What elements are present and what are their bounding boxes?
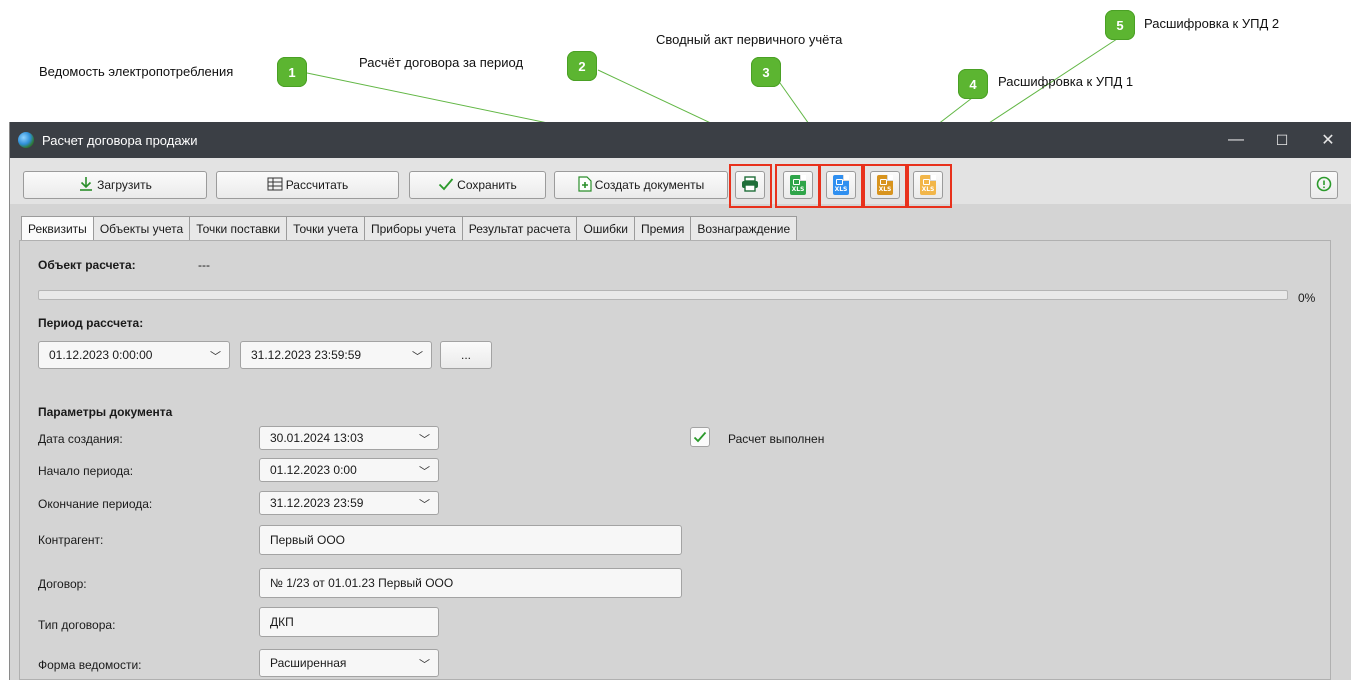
app-window: Расчет договора продажи — ☐ ✕ Загрузить … — [9, 122, 1351, 680]
chevron-down-icon: ﹀ — [419, 499, 430, 511]
save-button[interactable]: Сохранить — [409, 171, 546, 199]
callout-badge-5: 5 — [1105, 10, 1135, 40]
period-more-button[interactable]: ... — [440, 341, 492, 369]
created-label: Дата создания: — [38, 432, 123, 446]
callout-badge-4: 4 — [958, 69, 988, 99]
period-label: Период рассчета: — [38, 316, 144, 330]
details-panel: Объект расчета: --- 0% Период рассчета: … — [19, 240, 1331, 680]
highlight-xls-1 — [775, 164, 820, 208]
callout-label-1: Ведомость электропотребления — [39, 64, 234, 79]
period-from-value: 01.12.2023 0:00:00 — [49, 348, 153, 362]
info-button[interactable] — [1310, 171, 1338, 199]
callout-label-3: Сводный акт первичного учёта — [656, 32, 843, 47]
chevron-down-icon: ﹀ — [210, 351, 221, 363]
callout-badge-1: 1 — [277, 57, 307, 87]
create-documents-button[interactable]: Создать документы — [554, 171, 728, 199]
tab-errors[interactable]: Ошибки — [576, 216, 635, 240]
highlight-xls-4 — [907, 164, 952, 208]
highlight-print — [729, 164, 772, 208]
period-to-picker[interactable]: 31.12.2023 23:59:59 ﹀ — [240, 341, 432, 369]
checkmark-icon — [438, 177, 454, 194]
start-date-picker[interactable]: 01.12.2023 0:00 ﹀ — [259, 458, 439, 482]
download-icon — [78, 176, 94, 195]
create-documents-label: Создать документы — [594, 178, 705, 192]
highlight-xls-2 — [819, 164, 863, 208]
minimize-button[interactable]: — — [1213, 122, 1259, 158]
table-icon — [267, 177, 283, 194]
contract-type-value: ДКП — [270, 615, 294, 629]
contract-type-field[interactable]: ДКП — [259, 607, 439, 637]
calculate-button[interactable]: Рассчитать — [216, 171, 399, 199]
period-from-picker[interactable]: 01.12.2023 0:00:00 ﹀ — [38, 341, 230, 369]
tab-accounting-objects[interactable]: Объекты учета — [92, 216, 191, 240]
checkmark-icon — [693, 431, 707, 443]
toolbar: Загрузить Рассчитать Сохранить Создать д… — [10, 158, 1351, 204]
start-date-value: 01.12.2023 0:00 — [270, 463, 357, 477]
close-button[interactable]: ✕ — [1305, 122, 1351, 158]
object-label: Объект расчета: — [38, 258, 136, 272]
callout-label-2: Расчёт договора за период — [359, 55, 524, 70]
tab-bonus[interactable]: Премия — [633, 216, 692, 240]
progress-bar — [38, 290, 1288, 300]
end-date-picker[interactable]: 31.12.2023 23:59 ﹀ — [259, 491, 439, 515]
object-value: --- — [198, 258, 210, 272]
created-date-picker[interactable]: 30.01.2024 13:03 ﹀ — [259, 426, 439, 450]
chevron-down-icon: ﹀ — [419, 434, 430, 446]
form-select[interactable]: Расширенная ﹀ — [259, 649, 439, 677]
tab-bar: Реквизиты Объекты учета Точки поставки Т… — [21, 216, 798, 240]
app-globe-icon — [18, 132, 34, 148]
callout-label-4: Расшифровка к УПД 1 — [998, 74, 1134, 89]
tab-calc-result[interactable]: Результат расчета — [461, 216, 578, 240]
highlight-xls-3 — [863, 164, 907, 208]
form-label: Форма ведомости: — [38, 658, 142, 672]
contract-label: Договор: — [38, 577, 87, 591]
callout-badge-2: 2 — [567, 51, 597, 81]
tab-reward[interactable]: Вознаграждение — [690, 216, 798, 240]
form-value: Расширенная — [270, 656, 347, 670]
load-label: Загрузить — [97, 178, 152, 192]
callout-badge-3: 3 — [751, 57, 781, 87]
end-label: Окончание периода: — [38, 497, 153, 511]
new-document-icon — [578, 175, 592, 195]
calculate-label: Рассчитать — [285, 178, 349, 192]
period-to-value: 31.12.2023 23:59:59 — [251, 348, 362, 362]
info-icon — [1316, 176, 1332, 195]
contract-value: № 1/23 от 01.01.23 Первый ООО — [270, 576, 454, 590]
callout-label-5: Расшифровка к УПД 2 — [1144, 16, 1280, 31]
contract-field[interactable]: № 1/23 от 01.01.23 Первый ООО — [259, 568, 682, 598]
counterparty-field[interactable]: Первый ООО — [259, 525, 682, 555]
tab-meters[interactable]: Приборы учета — [364, 216, 463, 240]
title-bar: Расчет договора продажи — ☐ ✕ — [10, 122, 1351, 158]
chevron-down-icon: ﹀ — [412, 351, 423, 363]
maximize-button[interactable]: ☐ — [1259, 122, 1305, 158]
start-label: Начало периода: — [38, 464, 134, 478]
end-date-value: 31.12.2023 23:59 — [270, 496, 364, 510]
progress-percent: 0% — [1298, 291, 1316, 305]
window-title: Расчет договора продажи — [42, 132, 198, 148]
calc-done-checkbox[interactable] — [690, 427, 710, 447]
save-label: Сохранить — [457, 178, 517, 192]
chevron-down-icon: ﹀ — [419, 466, 430, 478]
tab-metering-points[interactable]: Точки учета — [286, 216, 365, 240]
chevron-down-icon: ﹀ — [419, 659, 430, 671]
load-button[interactable]: Загрузить — [23, 171, 207, 199]
params-title: Параметры документа — [38, 405, 173, 419]
contract-type-label: Тип договора: — [38, 618, 116, 632]
tab-supply-points[interactable]: Точки поставки — [189, 216, 288, 240]
created-date-value: 30.01.2024 13:03 — [270, 431, 364, 445]
counterparty-label: Контрагент: — [38, 533, 104, 547]
tab-details[interactable]: Реквизиты — [21, 216, 94, 240]
counterparty-value: Первый ООО — [270, 533, 346, 547]
calc-done-label: Расчет выполнен — [728, 432, 825, 446]
